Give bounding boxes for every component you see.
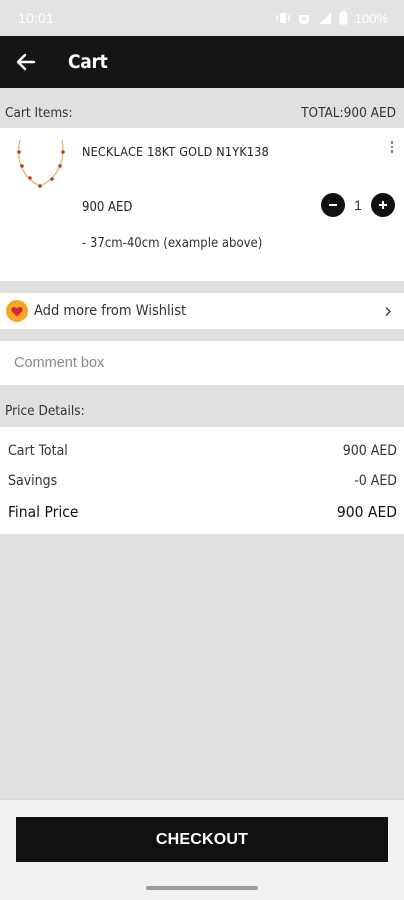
- product-price: 900 AED: [82, 200, 133, 215]
- final-price-value: 900 AED: [336, 503, 397, 521]
- cart-total-row-label: Cart Total: [8, 443, 68, 459]
- final-price-row: Final Price 900 AED: [0, 503, 404, 521]
- vibrate-icon: [276, 12, 290, 24]
- savings-label: Savings: [8, 473, 58, 489]
- hotspot-icon: [297, 12, 311, 25]
- quantity-value: 1: [354, 197, 362, 213]
- status-icons: 100%: [276, 11, 388, 26]
- chevron-right-icon: [382, 305, 394, 317]
- status-bar: 10:01 100%: [0, 0, 404, 36]
- home-indicator[interactable]: [146, 886, 258, 890]
- product-variant: - 37cm-40cm (example above): [82, 236, 263, 251]
- checkout-button[interactable]: CHECKOUT: [16, 817, 388, 862]
- quantity-stepper: 1: [321, 193, 395, 217]
- wishlist-label: Add more from Wishlist: [34, 303, 187, 319]
- heart-icon: [6, 300, 28, 322]
- page-title: Cart: [68, 51, 108, 73]
- plus-icon: [379, 201, 387, 209]
- cart-items-header: Cart Items: TOTAL:900 AED: [0, 96, 404, 130]
- cart-item-card: NECKLACE 18KT GOLD N1YK138 900 AED 1 - 3…: [0, 128, 404, 281]
- product-name[interactable]: NECKLACE 18KT GOLD N1YK138: [82, 144, 269, 159]
- savings-row: Savings -0 AED: [0, 473, 404, 489]
- battery-percent: 100%: [354, 10, 388, 26]
- signal-icon: [318, 12, 332, 25]
- arrow-left-icon: [16, 53, 36, 71]
- savings-value: -0 AED: [354, 473, 397, 489]
- price-details-label: Price Details:: [5, 403, 85, 419]
- more-options-icon[interactable]: [386, 138, 398, 156]
- comment-input[interactable]: [0, 341, 404, 385]
- product-image[interactable]: [12, 136, 70, 194]
- price-details-card: Cart Total 900 AED Savings -0 AED Final …: [0, 427, 404, 534]
- app-bar: Cart: [0, 36, 404, 88]
- increase-quantity-button[interactable]: [371, 193, 395, 217]
- cart-total-row-value: 900 AED: [342, 443, 397, 459]
- status-time: 10:01: [18, 10, 55, 26]
- minus-icon: [329, 204, 337, 206]
- decrease-quantity-button[interactable]: [321, 193, 345, 217]
- cart-total-row: Cart Total 900 AED: [0, 443, 404, 459]
- cart-screen: 10:01 100% Cart Cart Items: TOTAL:900 AE…: [0, 0, 404, 900]
- checkout-bar: CHECKOUT: [0, 799, 404, 900]
- battery-icon: [339, 11, 348, 25]
- cart-total-label: TOTAL:900 AED: [301, 105, 396, 121]
- price-details-header: Price Details:: [0, 394, 404, 428]
- final-price-label: Final Price: [8, 503, 79, 521]
- back-button[interactable]: [0, 36, 52, 88]
- comment-box-container: [0, 341, 404, 385]
- cart-items-label: Cart Items:: [5, 105, 73, 121]
- add-from-wishlist-row[interactable]: Add more from Wishlist: [0, 293, 404, 329]
